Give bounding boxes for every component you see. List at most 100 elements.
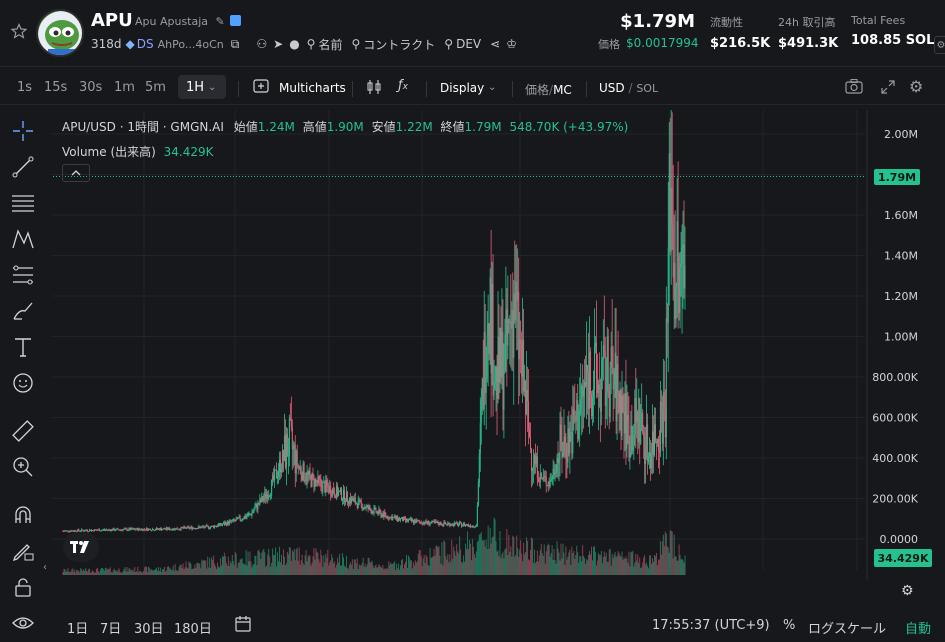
volume-bar <box>348 564 350 575</box>
emoji-icon[interactable] <box>10 370 36 396</box>
chevron-down-icon[interactable]: ⌄ <box>488 82 496 93</box>
volume-bar <box>393 562 395 575</box>
candle-type-icon[interactable] <box>366 79 382 99</box>
crown-icon[interactable]: ♔ <box>506 37 517 51</box>
gear-icon[interactable]: ⚙ <box>909 77 923 96</box>
share-icon[interactable]: ⋖ <box>490 37 500 51</box>
range-30d[interactable]: 30日 <box>134 618 164 637</box>
price-toggle-option[interactable]: 価格 <box>525 83 549 97</box>
copy-icon[interactable]: ⧉ <box>231 37 240 52</box>
candle-body <box>669 153 671 252</box>
sol-toggle-option[interactable]: SOL <box>636 82 658 95</box>
percent-toggle[interactable]: % <box>783 618 795 633</box>
range-180d[interactable]: 180日 <box>174 618 212 637</box>
volume-bar <box>240 559 242 575</box>
add-chart-icon[interactable] <box>253 79 269 97</box>
interval-30s[interactable]: 30s <box>79 80 102 95</box>
fullscreen-icon[interactable] <box>880 79 896 99</box>
crosshair-icon[interactable] <box>10 118 36 144</box>
user-icon[interactable]: ⚇ <box>256 37 267 51</box>
chevron-down-icon[interactable]: ⌄ <box>208 82 216 93</box>
volume-bar <box>208 567 210 575</box>
volume-bar <box>501 554 503 575</box>
candle-body <box>575 420 577 422</box>
pencil-lock-icon[interactable] <box>10 538 36 564</box>
volume-bar <box>78 570 80 575</box>
horizontal-lines-icon[interactable] <box>10 190 36 216</box>
range-7d[interactable]: 7日 <box>100 618 121 637</box>
clock-timezone[interactable]: 17:55:37 (UTC+9) <box>652 618 770 633</box>
camera-icon[interactable] <box>845 78 863 98</box>
calendar-range-icon[interactable] <box>234 615 252 637</box>
fib-icon[interactable] <box>10 262 36 288</box>
collapse-legend-button[interactable] <box>62 164 90 182</box>
volume-bar <box>137 566 139 575</box>
edit-icon[interactable]: ✎ <box>216 15 225 28</box>
candle-body <box>159 528 161 531</box>
candle-body <box>174 528 176 530</box>
tradingview-logo[interactable] <box>63 532 99 562</box>
auto-scale-toggle[interactable]: 自動 <box>905 618 931 637</box>
volume-bar <box>634 562 636 575</box>
candle-body <box>676 220 678 288</box>
candle-body <box>538 480 540 482</box>
candle-body <box>116 528 118 530</box>
contract-search-link[interactable]: コントラクト <box>363 36 435 53</box>
contract-address[interactable]: AhPo...4oCn <box>158 38 224 51</box>
text-icon[interactable] <box>10 334 36 360</box>
indicators-icon[interactable]: ƒx <box>398 78 408 93</box>
volume-bar <box>149 568 151 575</box>
interval-15s[interactable]: 15s <box>44 80 67 95</box>
web-icon[interactable]: ● <box>289 37 299 51</box>
scroll-left-icon[interactable]: ‹ <box>43 562 47 573</box>
volume-bar <box>334 561 336 575</box>
stat-label: 24h 取引高 <box>778 16 836 29</box>
range-1d[interactable]: 1日 <box>67 618 88 637</box>
settings-icon[interactable]: ⚙ <box>934 36 945 54</box>
interval-5m[interactable]: 5m <box>145 80 166 95</box>
ruler-icon[interactable] <box>10 418 36 444</box>
currency-toggle[interactable]: USD / SOL <box>599 81 658 95</box>
volume-bar <box>283 556 285 575</box>
volume-bar <box>676 560 678 575</box>
price-chart[interactable]: 2.00M1.80M1.60M1.40M1.20M1.00M800.00K600… <box>53 110 945 580</box>
candle-body <box>606 336 608 393</box>
volume-bar <box>260 559 262 575</box>
volume-bar <box>353 559 355 575</box>
candle-body <box>242 519 244 521</box>
lock-icon[interactable] <box>10 574 36 600</box>
candle-body <box>667 247 669 323</box>
name-search-link[interactable]: 名前 <box>318 36 342 53</box>
brush-icon[interactable] <box>10 298 36 324</box>
volume-bar <box>483 540 485 575</box>
candle-body <box>340 488 342 491</box>
interval-1h[interactable]: 1H <box>186 80 204 95</box>
candle-body <box>306 472 308 481</box>
mc-toggle-option[interactable]: MC <box>553 83 572 97</box>
log-scale-toggle[interactable]: ログスケール <box>808 618 886 637</box>
interval-1s[interactable]: 1s <box>17 80 32 95</box>
volume-bar <box>438 546 440 575</box>
volume-bar <box>440 563 442 575</box>
goto-realtime-icon[interactable]: ⚙ <box>901 583 914 599</box>
zoom-in-icon[interactable] <box>10 454 36 480</box>
toolbar-divider-line <box>0 104 945 105</box>
display-menu[interactable]: Display <box>440 81 484 95</box>
price-mc-toggle[interactable]: 価格/MC <box>525 81 572 98</box>
usd-toggle-option[interactable]: USD <box>599 81 625 95</box>
volume-bar <box>518 556 520 575</box>
pattern-icon[interactable] <box>10 226 36 252</box>
candle-body <box>659 401 661 453</box>
multicharts-button[interactable]: Multicharts <box>279 81 346 95</box>
magnet-icon[interactable] <box>10 502 36 528</box>
telegram-icon[interactable]: ➤ <box>273 37 283 51</box>
dev-search-link[interactable]: DEV <box>456 37 481 51</box>
candle-body <box>442 524 444 526</box>
interval-1m[interactable]: 1m <box>114 80 135 95</box>
candle-body <box>553 468 555 475</box>
volume-bar <box>542 555 544 575</box>
candle-body <box>195 528 197 530</box>
star-icon[interactable] <box>11 23 27 39</box>
trend-line-icon[interactable] <box>10 154 36 180</box>
volume-bar <box>188 561 190 575</box>
